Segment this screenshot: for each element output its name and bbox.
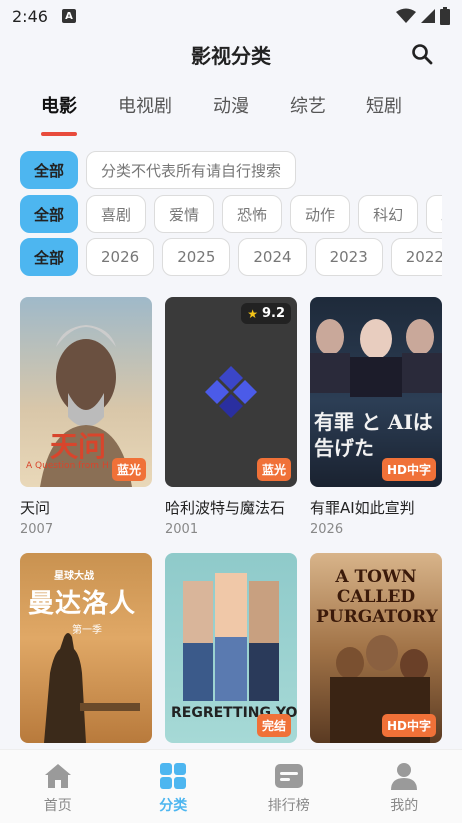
tab-short-drama[interactable]: 短剧: [366, 92, 402, 118]
rating-value: 9.2: [261, 306, 285, 321]
category-icon: [160, 763, 187, 789]
quality-badge: HD中字: [381, 458, 436, 481]
filter-all-button[interactable]: 全部: [20, 238, 78, 276]
search-icon[interactable]: [410, 42, 434, 66]
tab-indicator: [41, 132, 77, 136]
status-icons: [396, 7, 450, 25]
tab-tv[interactable]: 电视剧: [118, 92, 172, 118]
movie-card[interactable]: REGRETTING YOU 完结: [165, 553, 297, 753]
filter-hint-chip[interactable]: 分类不代表所有请自行搜索: [86, 151, 297, 189]
nav-label: 我的: [390, 798, 419, 814]
poster-placeholder: ★ 9.2 蓝光: [165, 297, 297, 487]
tab-variety[interactable]: 综艺: [290, 92, 326, 118]
filter-row-year: 全部 2026 2025 2024 2023 2022 2021: [20, 238, 442, 278]
filter-row-type: 全部 分类不代表所有请自行搜索: [20, 151, 442, 191]
quality-badge: 蓝光: [111, 458, 146, 481]
movie-year: 2007: [20, 522, 54, 537]
movie-card[interactable]: A TOWN CALLED PURGATORY HD中字: [310, 553, 442, 753]
filter-chip-horror[interactable]: 恐怖: [222, 195, 283, 233]
movie-card[interactable]: ★ 9.2 蓝光 哈利波特与魔法石 2001: [165, 297, 297, 537]
poster-image: REGRETTING YOU 完结: [165, 553, 297, 743]
ranking-icon: [274, 764, 303, 788]
poster-image: A TOWN CALLED PURGATORY HD中字: [310, 553, 442, 743]
poster-title-text: 有罪 と AIは 告げた: [314, 410, 433, 460]
wifi-icon: [396, 8, 416, 23]
poster-image: 星球大战 曼达洛人 第一季: [20, 553, 152, 743]
filter-chip-scifi[interactable]: 科幻: [358, 195, 419, 233]
poster-subtitle-text: A Question from H: [26, 461, 109, 471]
filter-chip-drama[interactable]: 剧情: [426, 195, 442, 233]
status-badge: 完结: [256, 714, 291, 737]
movie-title: 天问: [20, 499, 51, 517]
movie-card[interactable]: 有罪 と AIは 告げた HD中字 有罪AI如此宣判 2026: [310, 297, 442, 537]
poster-image: 天问 A Question from H 蓝光: [20, 297, 152, 487]
movie-card[interactable]: 天问 A Question from H 蓝光 天问 2007: [20, 297, 152, 537]
app-notification-icon: A: [61, 9, 76, 23]
status-bar: 2:46 A: [0, 0, 462, 32]
quality-badge: 蓝光: [256, 458, 291, 481]
tab-movie[interactable]: 电影: [41, 92, 77, 118]
nav-label: 首页: [43, 798, 72, 814]
movie-year: 2026: [310, 522, 344, 537]
header: 影视分类: [0, 32, 462, 76]
filter-chip-2025[interactable]: 2025: [162, 238, 231, 276]
battery-icon: [440, 7, 450, 25]
nav-ranking[interactable]: 排行榜: [231, 750, 347, 823]
filter-chip-2023[interactable]: 2023: [314, 238, 383, 276]
nav-category[interactable]: 分类: [116, 750, 232, 823]
rating-badge: ★ 9.2: [241, 303, 291, 324]
poster-title-text: 天问: [50, 430, 107, 463]
movie-card[interactable]: 星球大战 曼达洛人 第一季: [20, 553, 152, 753]
filter-chip-2022[interactable]: 2022: [390, 238, 442, 276]
quality-badge: HD中字: [381, 714, 436, 737]
filter-chip-2026[interactable]: 2026: [86, 238, 155, 276]
filter-chip-comedy[interactable]: 喜剧: [86, 195, 147, 233]
nav-label: 排行榜: [267, 798, 310, 814]
movie-title: 有罪AI如此宣判: [310, 499, 415, 517]
user-icon: [391, 763, 418, 790]
filter-all-button[interactable]: 全部: [20, 195, 78, 233]
status-time: 2:46: [12, 6, 48, 26]
filter-row-genre: 全部 喜剧 爱情 恐怖 动作 科幻 剧情: [20, 195, 442, 235]
poster-image: 有罪 と AIは 告げた HD中字: [310, 297, 442, 487]
category-tabs: 电影 电视剧 动漫 综艺 短剧: [0, 84, 462, 138]
movie-year: 2001: [165, 522, 199, 537]
filter-chip-romance[interactable]: 爱情: [154, 195, 215, 233]
filter-chip-2024[interactable]: 2024: [238, 238, 307, 276]
placeholder-logo-icon: [205, 366, 257, 418]
nav-label: 分类: [159, 798, 188, 814]
filter-all-button[interactable]: 全部: [20, 151, 78, 189]
bottom-nav: 首页 分类 排行榜 我的: [0, 749, 462, 823]
home-icon: [44, 764, 71, 788]
page-title: 影视分类: [191, 43, 271, 68]
movie-title: 哈利波特与魔法石: [165, 499, 286, 517]
nav-profile[interactable]: 我的: [347, 750, 462, 823]
star-icon: ★: [247, 306, 258, 321]
filter-chip-action[interactable]: 动作: [290, 195, 351, 233]
tab-anime[interactable]: 动漫: [213, 92, 249, 118]
nav-home[interactable]: 首页: [0, 750, 116, 823]
signal-icon: [421, 9, 435, 23]
